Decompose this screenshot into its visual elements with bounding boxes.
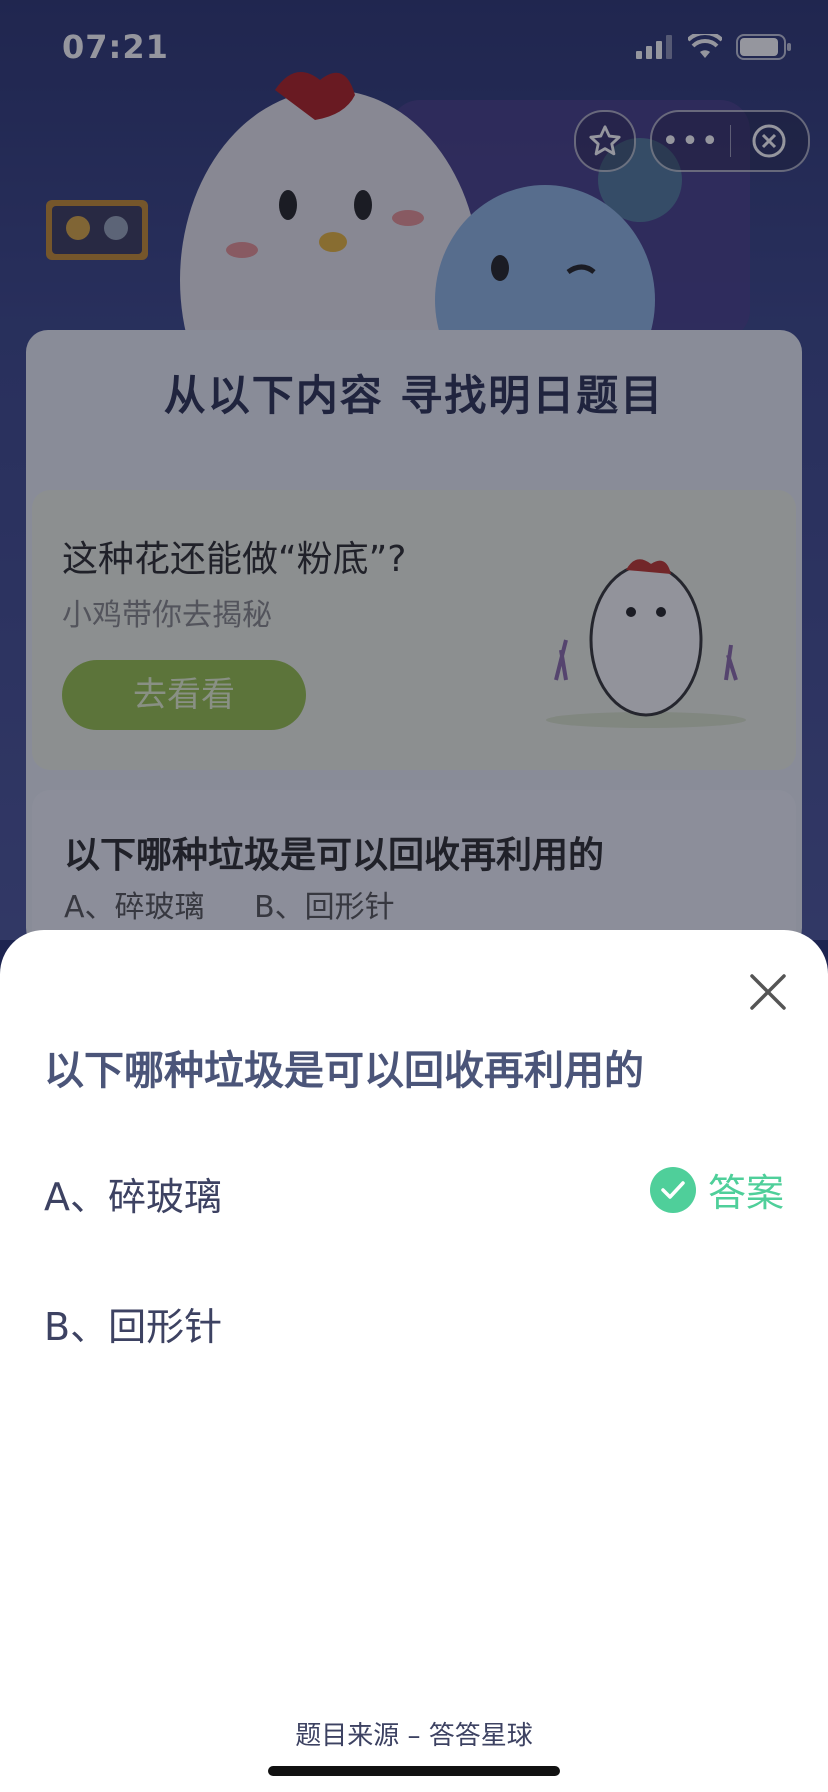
mini-program-capsule: ••• — [574, 110, 810, 172]
option-b: B、回形针 — [44, 1296, 784, 1356]
status-time: 07:21 — [62, 28, 169, 66]
content-panel: 从以下内容 寻找明日题目 这种花还能做“粉底”? 小鸡带你去揭秘 去看看 以下哪… — [26, 330, 802, 960]
option-b-label: B、回形针 — [44, 1305, 223, 1349]
more-button[interactable]: ••• — [652, 112, 730, 170]
favorite-button[interactable] — [574, 110, 636, 172]
battery-icon — [736, 34, 791, 60]
go-see-button[interactable]: 去看看 — [62, 660, 306, 730]
wifi-icon — [688, 34, 722, 58]
promo-subtitle: 小鸡带你去揭秘 — [62, 598, 272, 633]
promo-card[interactable]: 这种花还能做“粉底”? 小鸡带你去揭秘 去看看 — [32, 490, 796, 770]
option-a: A、碎玻璃 答案 — [44, 1166, 784, 1226]
status-icons — [636, 34, 792, 60]
status-bar: 07:21 — [0, 0, 828, 100]
card-option-a: A、碎玻璃 — [64, 890, 205, 925]
close-miniprogram-button[interactable] — [731, 112, 807, 170]
capsule-pill: ••• — [650, 110, 810, 172]
check-circle-icon — [649, 1166, 696, 1213]
card-question: 以下哪种垃圾是可以回收再利用的 — [64, 835, 605, 876]
card-option-b: B、回形针 — [254, 890, 395, 925]
sheet-close-button[interactable] — [744, 968, 792, 1016]
promo-question: 这种花还能做“粉底”? — [62, 539, 407, 580]
answer-sheet: 以下哪种垃圾是可以回收再利用的 A、碎玻璃 答案 B、回形针 题目来源 – 答答… — [0, 930, 828, 1792]
chick-illustration — [546, 559, 746, 728]
signal-icon — [636, 35, 672, 59]
close-icon — [750, 974, 786, 1010]
star-icon — [589, 125, 621, 156]
close-circle-icon — [752, 124, 786, 158]
card-options: A、碎玻璃 B、回形针 — [64, 882, 435, 926]
answer-label: 答案 — [707, 1171, 784, 1215]
answer-badge: 答案 — [649, 1162, 784, 1217]
panel-title: 从以下内容 寻找明日题目 — [163, 371, 665, 420]
sheet-question-title: 以下哪种垃圾是可以回收再利用的 — [44, 1048, 644, 1094]
option-a-label: A、碎玻璃 — [44, 1175, 222, 1219]
home-indicator — [268, 1766, 560, 1776]
question-source: 题目来源 – 答答星球 — [295, 1721, 533, 1751]
